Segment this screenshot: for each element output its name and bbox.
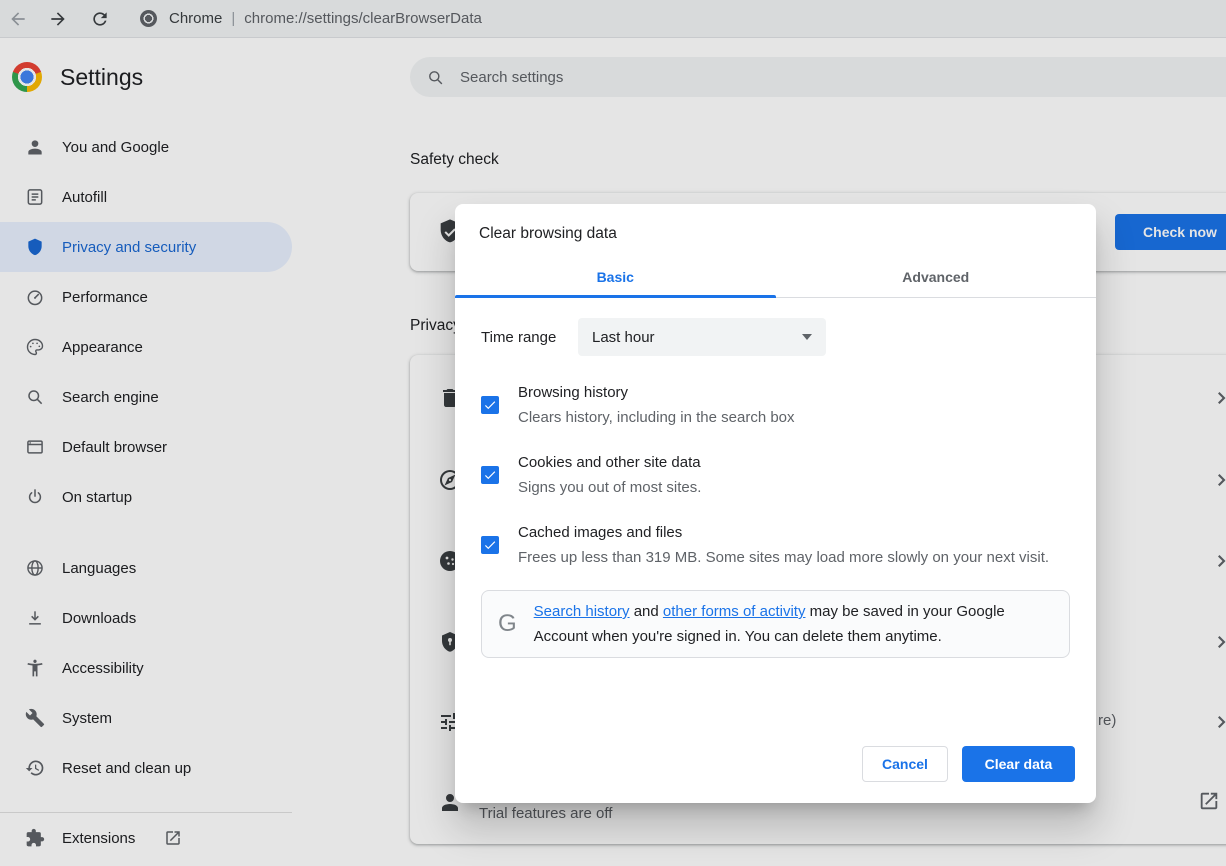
time-range-value: Last hour	[592, 329, 655, 346]
other-forms-of-activity-link[interactable]: other forms of activity	[663, 603, 806, 620]
option-cookies: Cookies and other site data Signs you ou…	[481, 450, 1070, 500]
cached-files-checkbox[interactable]	[481, 536, 499, 554]
option-browsing-history: Browsing history Clears history, includi…	[481, 380, 1070, 430]
cookies-checkbox[interactable]	[481, 466, 499, 484]
google-g-icon: G	[498, 610, 517, 638]
clear-options-list: Browsing history Clears history, includi…	[481, 380, 1070, 570]
notice-text: Search history and other forms of activi…	[534, 599, 1053, 649]
clear-data-button[interactable]: Clear data	[962, 746, 1075, 782]
dropdown-caret-icon	[802, 334, 812, 340]
dialog-body: Time range Last hour Browsing history Cl…	[455, 298, 1096, 746]
browsing-history-checkbox[interactable]	[481, 396, 499, 414]
dialog-footer: Cancel Clear data	[455, 746, 1096, 803]
option-title: Cookies and other site data	[518, 450, 701, 475]
google-account-notice: G Search history and other forms of acti…	[481, 590, 1070, 658]
option-text: Browsing history Clears history, includi…	[518, 380, 795, 430]
option-text: Cached images and files Frees up less th…	[518, 520, 1049, 570]
option-title: Cached images and files	[518, 520, 1049, 545]
dialog-tabs: Basic Advanced	[455, 257, 1096, 298]
check-icon	[483, 468, 497, 482]
time-range-select[interactable]: Last hour	[578, 318, 826, 356]
option-text: Cookies and other site data Signs you ou…	[518, 450, 701, 500]
option-description: Clears history, including in the search …	[518, 405, 795, 430]
cancel-button[interactable]: Cancel	[862, 746, 948, 782]
tab-basic[interactable]: Basic	[455, 257, 776, 297]
option-title: Browsing history	[518, 380, 795, 405]
notice-and-text: and	[630, 603, 663, 620]
clear-browsing-data-dialog: Clear browsing data Basic Advanced Time …	[455, 204, 1096, 803]
time-range-row: Time range Last hour	[481, 318, 1070, 356]
option-description: Frees up less than 319 MB. Some sites ma…	[518, 545, 1049, 570]
tab-advanced[interactable]: Advanced	[776, 257, 1097, 297]
dialog-title: Clear browsing data	[455, 204, 1096, 257]
time-range-label: Time range	[481, 329, 578, 346]
check-icon	[483, 538, 497, 552]
option-cached-files: Cached images and files Frees up less th…	[481, 520, 1070, 570]
option-description: Signs you out of most sites.	[518, 475, 701, 500]
search-history-link[interactable]: Search history	[534, 603, 630, 620]
check-icon	[483, 398, 497, 412]
